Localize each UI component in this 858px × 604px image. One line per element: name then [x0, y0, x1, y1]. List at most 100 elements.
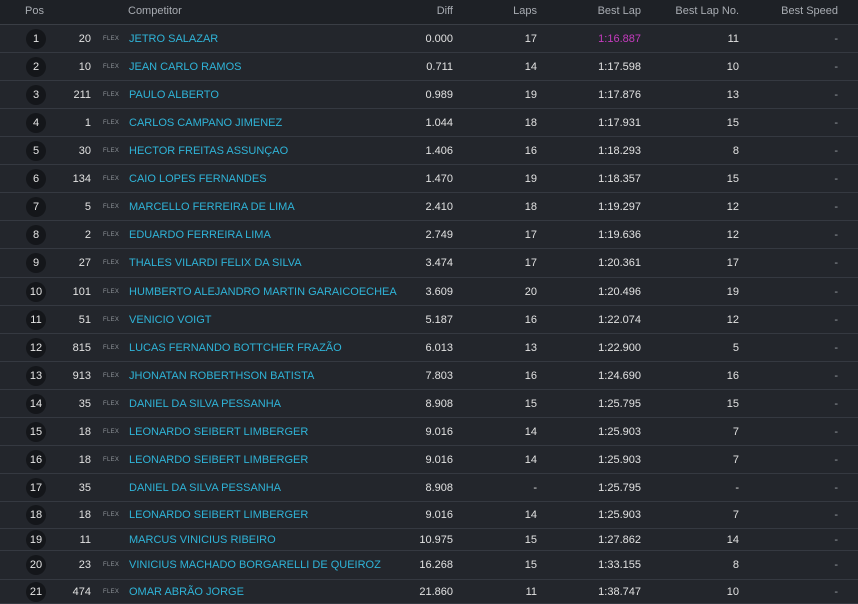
competitor-name[interactable]: VENICIO VOIGT — [129, 314, 212, 326]
table-row[interactable]: 19 11 MARCUS VINICIUS RIBEIRO 10.975 15 1:27.… — [0, 529, 858, 551]
table-row[interactable]: 21 474 FLEX OMAR ABRÃO JORGE 21.860 11 1:38.74… — [0, 580, 858, 604]
position-badge: 11 — [26, 309, 46, 330]
competitor-name[interactable]: DANIEL DA SILVA PESSANHA — [129, 482, 281, 494]
table-row[interactable]: 15 18 FLEX LEONARDO SEIBERT LIMBERGER 9.016 1… — [0, 418, 858, 446]
car-number: 1 — [84, 116, 91, 129]
car-number: 134 — [72, 172, 91, 185]
laps-value: 15 — [524, 397, 537, 410]
table-row[interactable]: 17 35 DANIEL DA SILVA PESSANHA 8.908 - 1:25.7… — [0, 474, 858, 502]
competitor-name[interactable]: DANIEL DA SILVA PESSANHA — [129, 398, 281, 410]
competitor-name[interactable]: CAIO LOPES FERNANDES — [129, 173, 267, 185]
best-lap-no-value: 16 — [726, 369, 739, 382]
competitor-name[interactable]: EDUARDO FERREIRA LIMA — [129, 229, 271, 241]
header-laps[interactable]: Laps — [513, 5, 537, 17]
header-pos[interactable]: Pos — [25, 5, 44, 17]
table-row[interactable]: 5 30 FLEX HECTOR FREITAS ASSUNÇAO 1.406 16 1:1… — [0, 137, 858, 165]
best-lap-no-value: - — [735, 481, 739, 494]
laps-value: 11 — [525, 585, 537, 598]
table-row[interactable]: 13 913 FLEX JHONATAN ROBERTHSON BATISTA 7.80… — [0, 362, 858, 390]
diff-value: 2.410 — [425, 200, 453, 213]
car-number: 211 — [73, 88, 91, 101]
position-badge: 12 — [26, 337, 46, 358]
header-best-lap[interactable]: Best Lap — [598, 5, 641, 17]
best-lap-value: 1:20.361 — [598, 257, 641, 269]
table-row[interactable]: 3 211 FLEX PAULO ALBERTO 0.989 19 1:17.876 13 - — [0, 81, 858, 109]
header-best-speed[interactable]: Best Speed — [781, 5, 838, 17]
header-diff[interactable]: Diff — [437, 5, 453, 17]
best-lap-value: 1:24.690 — [598, 369, 641, 382]
table-row[interactable]: 14 35 FLEX DANIEL DA SILVA PESSANHA 8.908 15 1… — [0, 390, 858, 418]
diff-value: 1.406 — [425, 144, 453, 157]
best-speed-value: - — [834, 533, 838, 546]
car-number: 11 — [79, 533, 91, 546]
competitor-name[interactable]: OMAR ABRÃO JORGE — [129, 586, 244, 598]
best-speed-value: - — [834, 481, 838, 494]
class-tag: FLEX — [103, 231, 120, 238]
table-row[interactable]: 2 10 FLEX JEAN CARLO RAMOS 0.711 14 1:17.598 10… — [0, 53, 858, 81]
laps-value: 18 — [524, 200, 537, 213]
table-row[interactable]: 10 101 FLEX HUMBERTO ALEJANDRO MARTIN GARAI… — [0, 278, 858, 306]
competitor-name[interactable]: CARLOS CAMPANO JIMENEZ — [129, 117, 282, 129]
best-speed-value: - — [834, 228, 838, 241]
table-row[interactable]: 4 1 FLEX CARLOS CAMPANO JIMENEZ 1.044 18 1:17.… — [0, 109, 858, 137]
table-row[interactable]: 20 23 FLEX VINICIUS MACHADO BORGARELLI DE Q… — [0, 551, 858, 580]
competitor-name[interactable]: PAULO ALBERTO — [129, 89, 219, 101]
best-lap-value: 1:18.357 — [598, 172, 641, 185]
position-badge: 3 — [26, 84, 46, 105]
competitor-name[interactable]: MARCUS VINICIUS RIBEIRO — [129, 534, 276, 546]
competitor-name[interactable]: JHONATAN ROBERTHSON BATISTA — [129, 370, 314, 382]
laps-value: 19 — [524, 172, 537, 185]
diff-value: 5.187 — [425, 313, 453, 326]
competitor-name[interactable]: LEONARDO SEIBERT LIMBERGER — [129, 509, 308, 521]
best-lap-no-value: 8 — [732, 144, 739, 157]
best-speed-value: - — [834, 397, 838, 410]
laps-value: 16 — [524, 144, 537, 157]
competitor-name[interactable]: LEONARDO SEIBERT LIMBERGER — [129, 426, 308, 438]
competitor-name[interactable]: VINICIUS MACHADO BORGARELLI DE QUEIROZ — [129, 559, 381, 571]
diff-value: 8.908 — [425, 397, 453, 410]
best-lap-value: 1:25.903 — [598, 509, 641, 521]
header-competitor[interactable]: Competitor — [128, 5, 182, 17]
class-tag: FLEX — [103, 344, 120, 351]
position-badge: 13 — [26, 365, 46, 386]
laps-value: 15 — [524, 533, 537, 546]
competitor-name[interactable]: JEAN CARLO RAMOS — [129, 61, 241, 73]
competitor-name[interactable]: JETRO SALAZAR — [129, 33, 218, 45]
results-rows: 1 20 FLEX JETRO SALAZAR 0.000 17 1:16.887 11-2 1… — [0, 25, 858, 604]
diff-value: 2.749 — [425, 228, 453, 241]
diff-value: 3.609 — [425, 285, 453, 298]
table-row[interactable]: 18 18 FLEX LEONARDO SEIBERT LIMBERGER 9.016 1… — [0, 502, 858, 529]
table-row[interactable]: 12 815 FLEX LUCAS FERNANDO BOTTCHER FRAZÃO 6… — [0, 334, 858, 362]
laps-value: 16 — [524, 369, 537, 382]
table-row[interactable]: 6 134 FLEX CAIO LOPES FERNANDES 1.470 19 1:18.… — [0, 165, 858, 193]
best-lap-value: 1:25.795 — [598, 481, 641, 494]
best-lap-no-value: 7 — [732, 425, 739, 438]
car-number: 35 — [78, 397, 91, 410]
competitor-name[interactable]: HECTOR FREITAS ASSUNÇAO — [129, 145, 288, 157]
position-badge: 21 — [26, 581, 46, 602]
best-speed-value: - — [834, 88, 838, 101]
competitor-name[interactable]: HUMBERTO ALEJANDRO MARTIN GARAICOECHEA — [129, 286, 397, 298]
laps-value: - — [533, 481, 537, 494]
table-row[interactable]: 16 18 FLEX LEONARDO SEIBERT LIMBERGER 9.016 1… — [0, 446, 858, 474]
car-number: 51 — [78, 313, 91, 326]
car-number: 10 — [78, 60, 91, 73]
table-row[interactable]: 7 5 FLEX MARCELLO FERREIRA DE LIMA 2.410 18 1:… — [0, 193, 858, 221]
header-best-lap-no[interactable]: Best Lap No. — [675, 5, 739, 17]
position-badge: 14 — [26, 393, 46, 414]
best-lap-value: 1:22.900 — [598, 341, 641, 354]
competitor-name[interactable]: THALES VILARDI FELIX DA SILVA — [129, 257, 302, 269]
table-row[interactable]: 11 51 FLEX VENICIO VOIGT 5.187 16 1:22.074 12 - — [0, 306, 858, 334]
table-row[interactable]: 9 27 FLEX THALES VILARDI FELIX DA SILVA 3.47… — [0, 249, 858, 278]
table-row[interactable]: 1 20 FLEX JETRO SALAZAR 0.000 17 1:16.887 11 - — [0, 25, 858, 53]
position-badge: 9 — [26, 253, 46, 273]
competitor-name[interactable]: LEONARDO SEIBERT LIMBERGER — [129, 454, 308, 466]
position-badge: 8 — [26, 224, 46, 245]
table-row[interactable]: 8 2 FLEX EDUARDO FERREIRA LIMA 2.749 17 1:19.6… — [0, 221, 858, 249]
competitor-name[interactable]: MARCELLO FERREIRA DE LIMA — [129, 201, 295, 213]
best-lap-value: 1:17.876 — [598, 88, 641, 101]
laps-value: 14 — [524, 425, 537, 438]
best-speed-value: - — [834, 425, 838, 438]
best-speed-value: - — [834, 116, 838, 129]
competitor-name[interactable]: LUCAS FERNANDO BOTTCHER FRAZÃO — [129, 342, 342, 354]
